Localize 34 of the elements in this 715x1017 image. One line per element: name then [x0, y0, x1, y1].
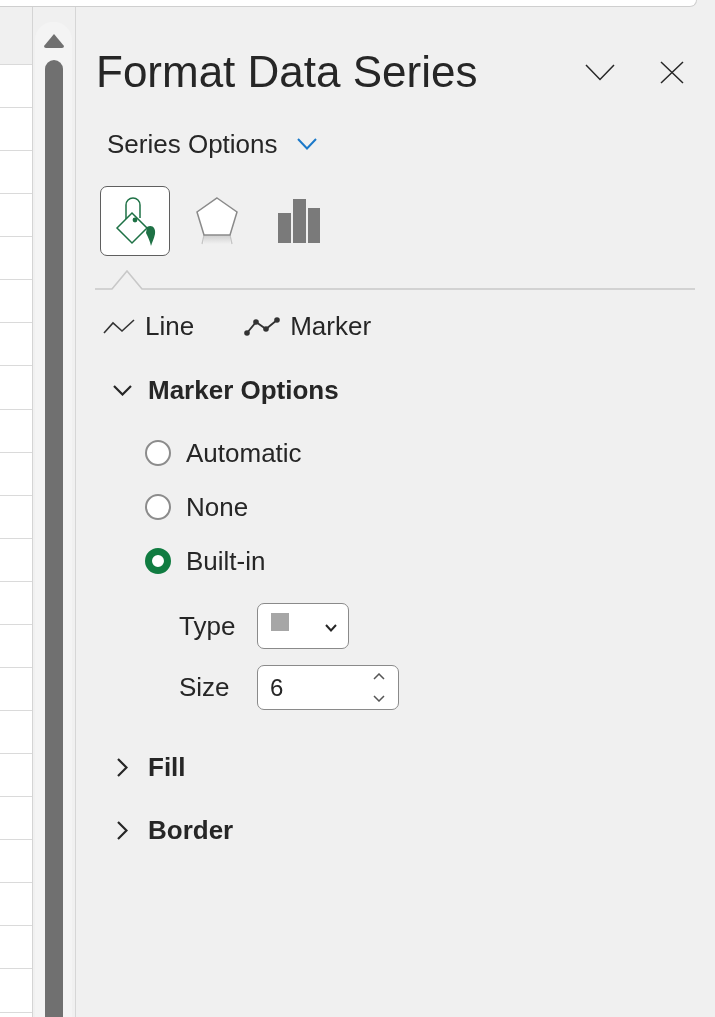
caret-down-icon[interactable] — [325, 624, 337, 632]
chevron-down-icon[interactable] — [585, 63, 615, 81]
section-toggle[interactable]: Fill — [112, 747, 186, 787]
section-toggle[interactable]: Border — [112, 810, 234, 850]
radio-option[interactable]: None — [145, 491, 249, 523]
square-marker-icon — [271, 613, 289, 631]
paint-bucket-icon[interactable] — [114, 196, 156, 246]
pentagon-icon[interactable] — [196, 196, 238, 246]
radio-option[interactable]: Built-in — [145, 545, 266, 577]
line-icon[interactable] — [103, 317, 135, 335]
scrollbar-thumb[interactable] — [44, 60, 63, 1017]
scroll-up-icon[interactable] — [43, 34, 64, 48]
pane-title: Format Data Series — [96, 46, 479, 98]
radio-button[interactable] — [145, 494, 171, 520]
series-options-dropdown[interactable]: Series Options — [107, 128, 317, 160]
radio-button[interactable] — [145, 548, 171, 574]
bar-chart-icon[interactable] — [278, 199, 320, 243]
category-tab[interactable] — [100, 186, 170, 256]
chevron-down-icon[interactable] — [112, 384, 132, 396]
caret-up-icon[interactable] — [373, 673, 385, 680]
field-label: Size — [179, 672, 230, 702]
radio-button[interactable] — [145, 440, 171, 466]
subtab[interactable]: Line — [103, 310, 195, 342]
spin-box[interactable]: 6 — [257, 665, 399, 710]
chevron-right-icon[interactable] — [116, 820, 128, 840]
close-icon[interactable] — [660, 60, 684, 84]
chevron-right-icon[interactable] — [116, 757, 128, 777]
subtab[interactable]: Marker — [244, 310, 372, 342]
marker-line-icon[interactable] — [244, 316, 281, 336]
field-label: Type — [179, 610, 236, 641]
scrollbar-track[interactable] — [35, 22, 72, 1017]
section-toggle[interactable]: Marker Options — [112, 370, 339, 410]
radio-option[interactable]: Automatic — [145, 437, 302, 469]
caret-down-icon[interactable] — [373, 695, 385, 702]
